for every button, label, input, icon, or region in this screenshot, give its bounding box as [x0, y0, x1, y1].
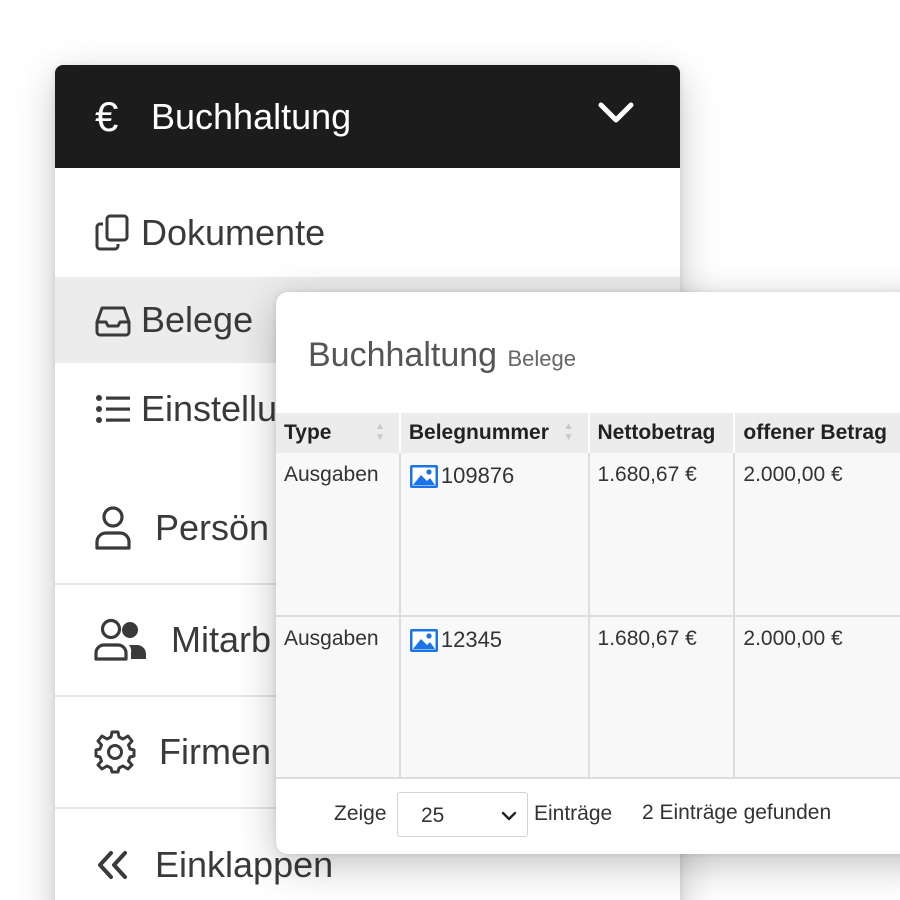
column-header-offener-betrag[interactable]: offener Betrag: [734, 413, 900, 453]
sidebar-item-label: Dokumente: [141, 212, 326, 253]
list-icon: [93, 389, 133, 429]
column-header-nettobetrag[interactable]: Nettobetrag: [588, 413, 736, 453]
cell-nettobetrag: 1.680,67 €: [588, 616, 736, 779]
sidebar-item-label: Persön: [155, 507, 270, 548]
image-icon[interactable]: [409, 464, 439, 489]
column-header-belegnummer[interactable]: Belegnummer ▲ ▼: [399, 413, 590, 453]
sidebar-item-label: Firmen: [159, 731, 272, 772]
column-header-label: Belegnummer: [408, 421, 549, 444]
chevron-down-icon: [501, 811, 517, 821]
chevron-down-icon[interactable]: [598, 99, 634, 129]
belegnummer-value[interactable]: 12345: [441, 627, 502, 653]
show-label: Zeige: [334, 802, 387, 825]
sidebar-header[interactable]: € Buchhaltung: [55, 65, 680, 168]
belege-table: Type ▲ ▼ Belegnummer ▲ ▼ Nettobetrag offen…: [276, 413, 900, 779]
gear-icon: [93, 730, 137, 774]
table-footer: Zeige 25 Einträge 2 Einträge gefunden: [276, 779, 900, 839]
cell-belegnummer[interactable]: 109876: [399, 453, 590, 617]
column-header-type[interactable]: Type ▲ ▼: [276, 413, 401, 453]
panel-title: Buchhaltung: [308, 336, 498, 374]
entries-label: Einträge: [534, 802, 613, 825]
belege-panel: Buchhaltung Belege Type ▲ ▼ Belegnummer ▲…: [276, 292, 900, 854]
table-row[interactable]: Ausgaben 109876 1.680,67 € 2.000,00 €: [276, 453, 900, 617]
cell-nettobetrag: 1.680,67 €: [588, 453, 736, 617]
inbox-icon: [93, 300, 133, 340]
page-size-value: 25: [421, 804, 445, 827]
sidebar-item-label: Belege: [141, 299, 254, 340]
cell-offener-betrag: 2.000,00 €: [734, 453, 900, 617]
cell-offener-betrag: 2.000,00 €: [734, 616, 900, 779]
panel-subtitle: Belege: [507, 346, 577, 371]
table-header-row: Type ▲ ▼ Belegnummer ▲ ▼ Nettobetrag offen…: [276, 413, 900, 453]
sidebar-item-label: Einstellu: [141, 388, 278, 429]
belegnummer-value[interactable]: 109876: [441, 463, 514, 489]
page-size-select[interactable]: 25: [397, 792, 528, 837]
column-header-label: Type: [284, 421, 332, 444]
documents-icon: [93, 213, 133, 253]
sort-icon[interactable]: ▲ ▼: [564, 421, 574, 443]
person-icon: [93, 505, 133, 551]
cell-belegnummer[interactable]: 12345: [399, 616, 590, 779]
chevrons-left-icon: [93, 845, 133, 885]
column-header-label: offener Betrag: [743, 421, 887, 444]
image-icon[interactable]: [409, 628, 439, 653]
euro-icon: €: [95, 92, 119, 140]
sidebar-title: Buchhaltung: [151, 95, 352, 137]
entries-found: 2 Einträge gefunden: [642, 801, 832, 824]
users-icon: [93, 618, 149, 662]
sidebar-item-label: Mitarb: [171, 619, 272, 660]
sort-icon[interactable]: ▲ ▼: [375, 421, 385, 443]
table-row[interactable]: Ausgaben 12345 1.680,67 € 2.000,00 €: [276, 616, 900, 779]
column-header-label: Nettobetrag: [597, 421, 716, 444]
cell-type: Ausgaben: [276, 616, 401, 779]
page-title: Buchhaltung Belege: [308, 336, 576, 375]
cell-type: Ausgaben: [276, 453, 401, 617]
